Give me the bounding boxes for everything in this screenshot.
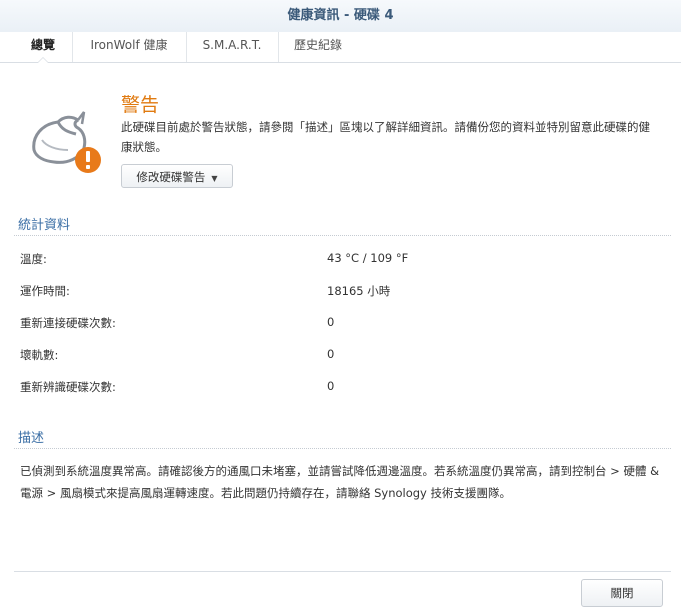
window-title: 健康資訊 - 硬碟 4 [0,0,681,32]
tab-smart[interactable]: S.M.A.R.T. [186,32,279,62]
tab-history[interactable]: 歷史紀錄 [278,32,358,62]
status-message: 此硬碟目前處於警告狀態，請參閱「描述」區塊以了解詳細資訊。請備份您的資料並特別留… [121,120,650,154]
stat-label-uptime: 運作時間: [20,284,70,298]
tab-label: IronWolf 健康 [90,38,168,52]
modify-warning-dropdown-button[interactable]: 修改硬碟警告 ▼ [121,164,233,188]
stat-value-reidentify-count: 0 [327,379,335,393]
drive-warning-icon [28,110,106,178]
stat-value-uptime: 18165 小時 [327,284,391,298]
stat-label-reidentify-count: 重新辨識硬碟次數: [20,380,116,394]
section-divider [14,448,671,449]
tab-label: 總覽 [30,38,55,52]
stat-label-temperature: 溫度: [20,252,47,266]
close-button[interactable]: 關閉 [581,579,663,607]
caret-down-icon: ▼ [211,174,218,183]
tab-label: S.M.A.R.T. [202,38,262,52]
tab-label: 歷史紀錄 [293,38,342,52]
footer-divider [14,571,671,572]
stats-section-title: 統計資料 [18,218,71,233]
stat-value-temperature: 43 °C / 109 °F [327,251,409,265]
tab-ironwolf-health[interactable]: IronWolf 健康 [72,32,187,62]
stat-value-reconnect-count: 0 [327,315,335,329]
description-text: 已偵測到系統溫度異常高。請確認後方的通風口未堵塞，並請嘗試降低週邊溫度。若系統溫… [20,464,660,500]
stat-value-bad-sectors: 0 [327,347,335,361]
active-tab-indicator [37,57,49,63]
tab-overview[interactable]: 總覽 [14,32,73,63]
stat-label-bad-sectors: 壞軌數: [20,348,59,362]
status-title: 警告 [121,94,160,116]
description-section-title: 描述 [18,431,45,446]
tab-bar: 總覽 IronWolf 健康 S.M.A.R.T. 歷史紀錄 [0,32,681,63]
modify-warning-label: 修改硬碟警告 [136,170,206,184]
stat-label-reconnect-count: 重新連接硬碟次數: [20,316,116,330]
section-divider [14,235,671,236]
